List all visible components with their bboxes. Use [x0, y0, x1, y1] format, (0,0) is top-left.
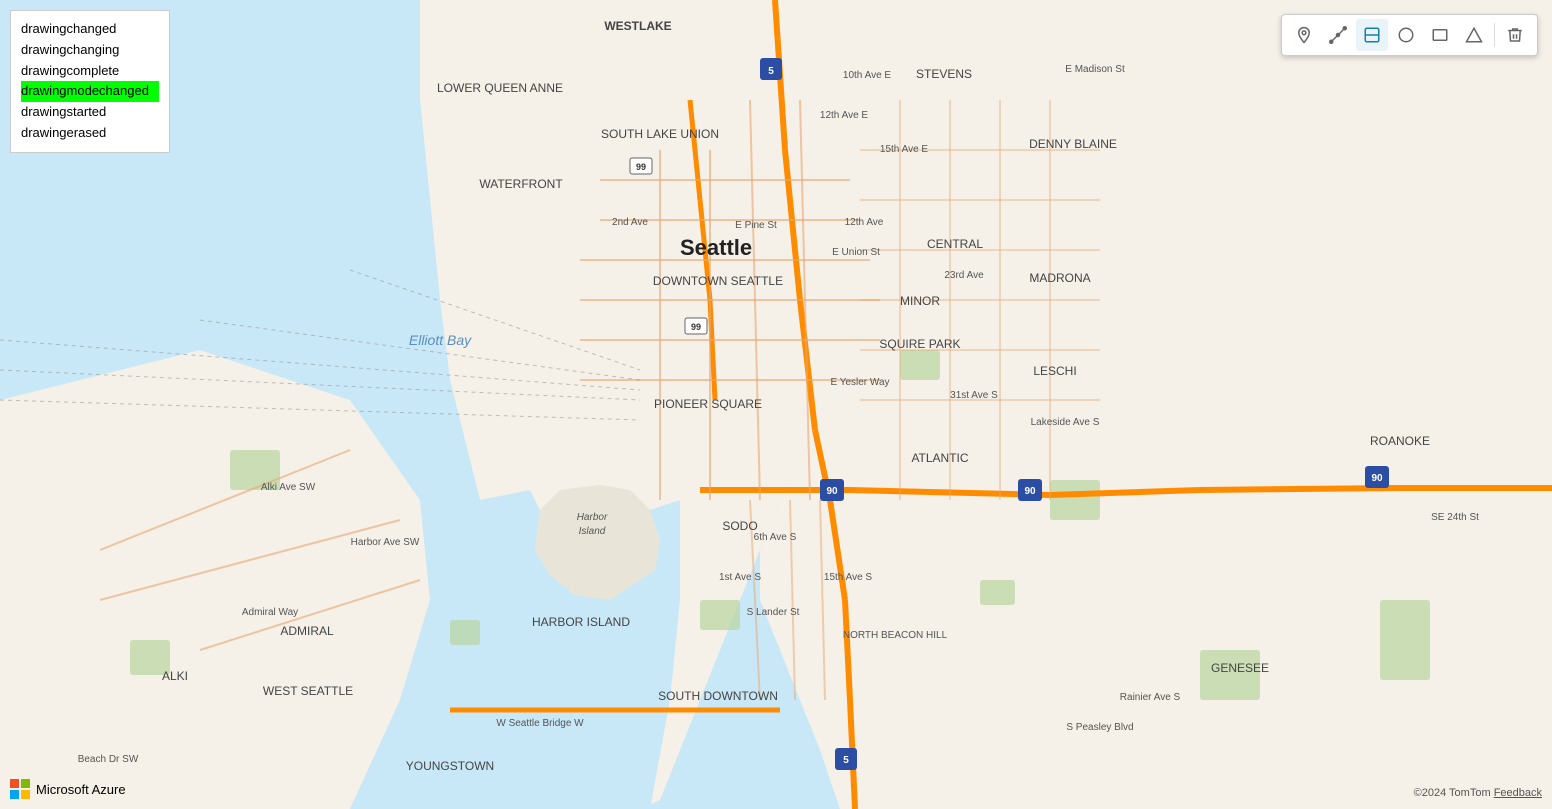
svg-text:DOWNTOWN SEATTLE: DOWNTOWN SEATTLE [653, 274, 783, 288]
svg-text:5: 5 [843, 755, 849, 766]
event-log: drawingchanged drawingchanging drawingco… [10, 10, 170, 153]
svg-text:Admiral Way: Admiral Way [242, 607, 298, 618]
svg-text:S Lander St: S Lander St [747, 607, 800, 618]
azure-logo-icon [10, 779, 30, 799]
svg-text:12th Ave E: 12th Ave E [820, 110, 869, 121]
svg-text:Island: Island [579, 526, 606, 537]
svg-text:5: 5 [768, 66, 774, 77]
event-drawingerased: drawingerased [21, 123, 159, 144]
map-container[interactable]: 5 99 99 90 90 90 5 Seattle WESTLAKE LOWE… [0, 0, 1552, 809]
svg-text:YOUNGSTOWN: YOUNGSTOWN [406, 759, 494, 773]
svg-text:E Madison St: E Madison St [1065, 64, 1125, 75]
svg-text:W Seattle Bridge W: W Seattle Bridge W [496, 718, 584, 729]
svg-text:SOUTH LAKE UNION: SOUTH LAKE UNION [601, 127, 719, 141]
svg-text:E Yesler Way: E Yesler Way [830, 377, 889, 388]
svg-text:Harbor: Harbor [577, 512, 608, 523]
svg-text:GENESEE: GENESEE [1211, 661, 1269, 675]
svg-text:Alki Ave SW: Alki Ave SW [261, 482, 316, 493]
toolbar-divider [1494, 23, 1495, 47]
svg-text:HARBOR ISLAND: HARBOR ISLAND [532, 615, 630, 629]
svg-text:S Peasley Blvd: S Peasley Blvd [1066, 722, 1133, 733]
svg-text:LOWER QUEEN ANNE: LOWER QUEEN ANNE [437, 81, 563, 95]
svg-text:E Pine St: E Pine St [735, 220, 777, 231]
drawing-toolbar [1281, 14, 1538, 56]
svg-text:PIONEER SQUARE: PIONEER SQUARE [654, 397, 762, 411]
svg-text:WATERFRONT: WATERFRONT [479, 177, 563, 191]
svg-text:Rainier Ave S: Rainier Ave S [1120, 692, 1181, 703]
svg-text:99: 99 [691, 322, 701, 332]
svg-text:90: 90 [1024, 486, 1036, 497]
svg-text:1st Ave S: 1st Ave S [719, 572, 761, 583]
svg-text:Beach Dr SW: Beach Dr SW [78, 754, 139, 765]
event-drawingcomplete: drawingcomplete [21, 61, 159, 82]
svg-text:MINOR: MINOR [900, 294, 940, 308]
map-attribution: ©2024 TomTom Feedback [1414, 787, 1542, 799]
event-drawingstarted: drawingstarted [21, 102, 159, 123]
svg-text:12th Ave: 12th Ave [845, 217, 884, 228]
event-drawingchanged: drawingchanged [21, 19, 159, 40]
svg-text:LESCHI: LESCHI [1033, 364, 1076, 378]
triangle-tool-button[interactable] [1458, 19, 1490, 51]
svg-text:SODO: SODO [722, 519, 757, 533]
svg-text:Elliott Bay: Elliott Bay [409, 332, 472, 348]
svg-text:ROANOKE: ROANOKE [1370, 434, 1430, 448]
svg-text:NORTH BEACON HILL: NORTH BEACON HILL [843, 630, 948, 641]
svg-text:90: 90 [1371, 473, 1383, 484]
svg-text:E Union St: E Union St [832, 247, 880, 258]
feedback-link[interactable]: Feedback [1494, 787, 1542, 799]
event-drawingmodechanged: drawingmodechanged [21, 81, 159, 102]
svg-text:WEST SEATTLE: WEST SEATTLE [263, 684, 353, 698]
svg-text:10th Ave E: 10th Ave E [843, 70, 892, 81]
svg-text:DENNY BLAINE: DENNY BLAINE [1029, 137, 1117, 151]
svg-text:ATLANTIC: ATLANTIC [911, 451, 968, 465]
svg-text:ADMIRAL: ADMIRAL [280, 624, 334, 638]
point-tool-button[interactable] [1288, 19, 1320, 51]
map-svg: 5 99 99 90 90 90 5 Seattle WESTLAKE LOWE… [0, 0, 1552, 809]
svg-text:6th Ave S: 6th Ave S [754, 532, 797, 543]
svg-text:15th Ave S: 15th Ave S [824, 572, 873, 583]
svg-text:SOUTH DOWNTOWN: SOUTH DOWNTOWN [658, 689, 778, 703]
svg-text:Lakeside Ave S: Lakeside Ave S [1031, 417, 1100, 428]
line-tool-button[interactable] [1322, 19, 1354, 51]
seattle-label: Seattle [680, 235, 752, 260]
svg-text:15th Ave E: 15th Ave E [880, 144, 929, 155]
svg-text:90: 90 [826, 486, 838, 497]
svg-text:99: 99 [636, 162, 646, 172]
svg-text:23rd Ave: 23rd Ave [944, 270, 984, 281]
erase-tool-button[interactable] [1499, 19, 1531, 51]
svg-text:31st Ave S: 31st Ave S [950, 390, 998, 401]
tomtom-attribution: ©2024 TomTom [1414, 787, 1491, 799]
svg-text:ALKI: ALKI [162, 669, 188, 683]
svg-text:STEVENS: STEVENS [916, 67, 972, 81]
event-drawingchanging: drawingchanging [21, 40, 159, 61]
svg-text:SQUIRE PARK: SQUIRE PARK [879, 337, 960, 351]
svg-text:WESTLAKE: WESTLAKE [604, 19, 671, 33]
azure-brand-label: Microsoft Azure [36, 782, 126, 797]
svg-text:Harbor Ave SW: Harbor Ave SW [351, 537, 420, 548]
svg-text:SE 24th St: SE 24th St [1431, 512, 1479, 523]
polygon-tool-button[interactable] [1356, 19, 1388, 51]
svg-text:MADRONA: MADRONA [1029, 271, 1090, 285]
svg-text:CENTRAL: CENTRAL [927, 237, 983, 251]
azure-branding: Microsoft Azure [10, 779, 126, 799]
rectangle-tool-button[interactable] [1424, 19, 1456, 51]
circle-tool-button[interactable] [1390, 19, 1422, 51]
svg-text:2nd Ave: 2nd Ave [612, 217, 648, 228]
